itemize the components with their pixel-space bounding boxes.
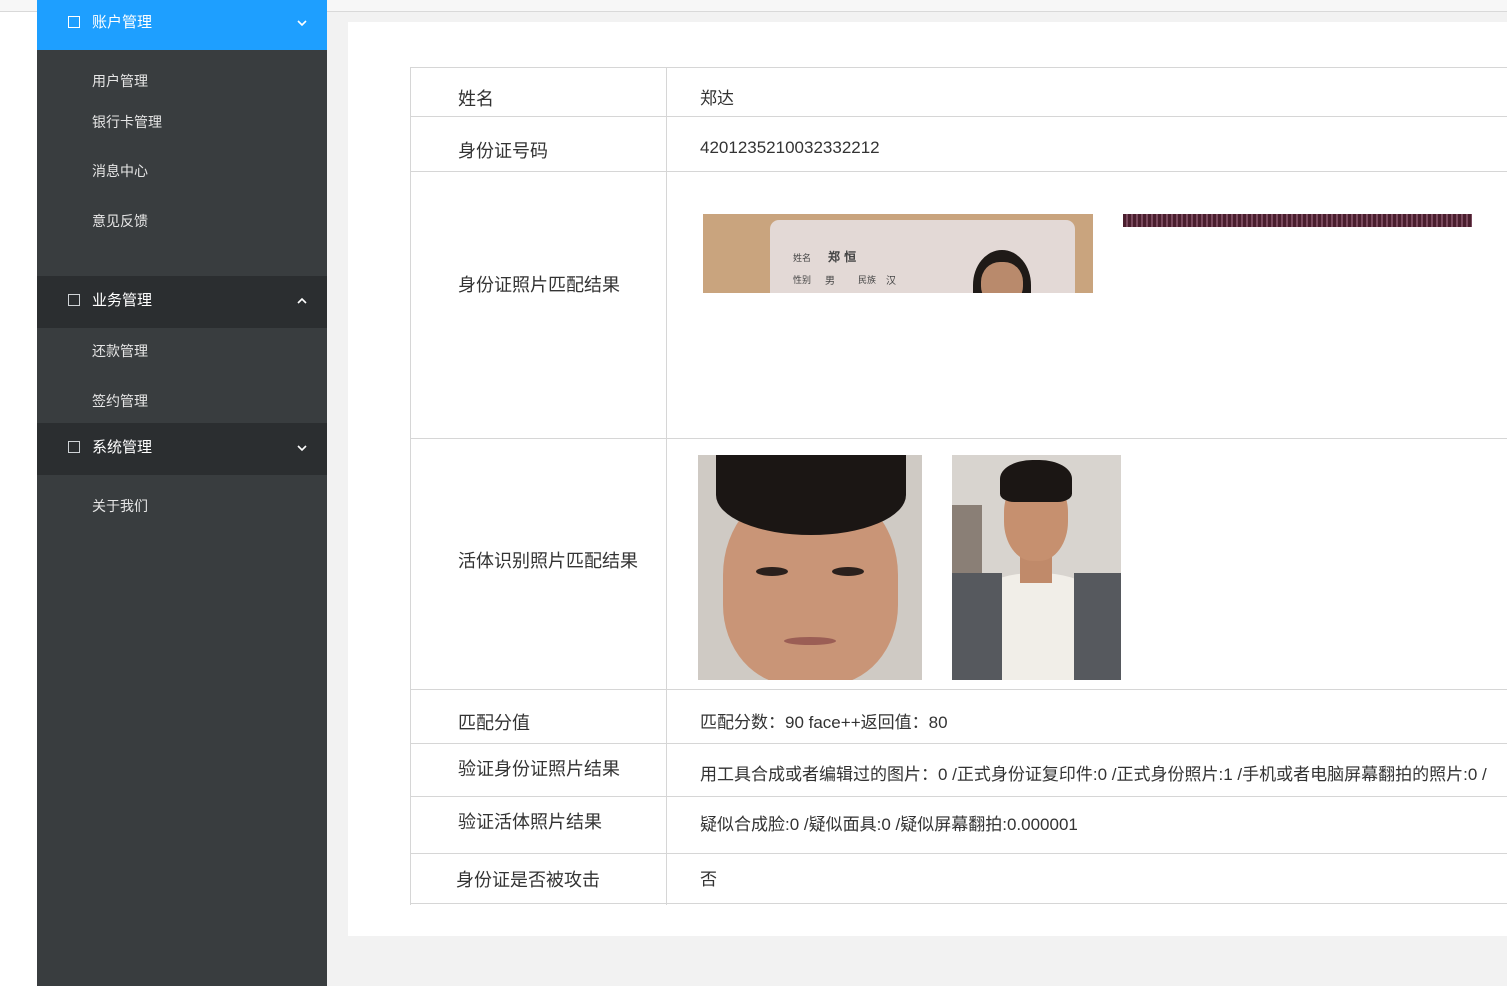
id-card-field-value: 郑 恒 [828,250,857,264]
row-value: 用工具合成或者编辑过的图片：0 /正式身份证复印件:0 /正式身份照片:1 /手… [700,765,1487,784]
sidebar-item-feedback[interactable]: 意见反馈 [92,211,148,231]
checkbox-icon [68,294,80,306]
liveness-face-photo[interactable] [698,455,922,680]
checkbox-icon [68,16,80,28]
row-label: 验证活体照片结果 [458,812,602,832]
nav-group-label: 系统管理 [92,439,153,456]
face-hair [716,455,906,535]
table-row-id-attacked: 身份证是否被攻击 否 [411,854,1507,904]
sidebar-item-bankcard-management[interactable]: 银行卡管理 [92,112,162,132]
row-label: 身份证照片匹配结果 [458,275,620,295]
id-card-field-value: 汉 [886,276,896,287]
row-value: 郑达 [700,89,734,108]
id-card-field-value: 男 [825,276,835,287]
sidebar-item-message-center[interactable]: 消息中心 [92,161,148,181]
face-mouth [784,637,836,645]
table-row-id-number: 身份证号码 4201235210032332212 [411,117,1507,172]
id-card-photo[interactable]: 姓名 郑 恒 性别 男 民族 汉 [703,214,1093,293]
row-value: 匹配分数：90 face++返回值：80 [700,713,948,732]
nav-group-label: 业务管理 [92,292,153,309]
row-value: 否 [700,870,717,889]
sidebar-item-repayment-management[interactable]: 还款管理 [92,341,148,361]
face-eye [756,567,788,576]
nav-group-system[interactable]: 系统管理 [37,423,327,475]
nav-group-account[interactable]: 账户管理 [37,0,327,50]
id-card-back-photo[interactable] [1123,214,1472,227]
id-card-field-key: 民族 [858,276,877,286]
liveness-full-photo[interactable] [952,455,1121,680]
sidebar-item-about-us[interactable]: 关于我们 [92,496,148,516]
table-row-id-photo-match: 身份证照片匹配结果 [411,172,1507,439]
id-card-field-key: 性别 [793,276,812,286]
row-label: 身份证号码 [458,141,548,161]
face-eye [832,567,864,576]
row-label: 姓名 [458,89,494,109]
photo-hair [1000,460,1072,502]
detail-table: 姓名 郑达 身份证号码 4201235210032332212 身份证照片匹配结… [410,67,1507,905]
nav-group-label: 账户管理 [92,14,153,31]
chevron-down-icon [297,20,307,27]
chevron-up-icon [297,297,307,304]
table-row-match-score: 匹配分值 匹配分数：90 face++返回值：80 [411,690,1507,744]
sidebar-item-user-management[interactable]: 用户管理 [92,71,148,91]
photo-sleeve [1074,573,1121,680]
row-label: 活体识别照片匹配结果 [458,551,638,571]
row-label: 身份证是否被攻击 [456,870,600,890]
row-value: 4201235210032332212 [700,138,880,157]
table-row-name: 姓名 郑达 [411,68,1507,117]
checkbox-icon [68,441,80,453]
table-row-verify-liveness: 验证活体照片结果 疑似合成脸:0 /疑似面具:0 /疑似屏幕翻拍:0.00000… [411,797,1507,854]
row-label: 匹配分值 [458,713,530,733]
table-row-verify-id-photo: 验证身份证照片结果 用工具合成或者编辑过的图片：0 /正式身份证复印件:0 /正… [411,744,1507,797]
id-card-portrait-face [981,262,1023,293]
chevron-down-icon [297,445,307,452]
row-value: 疑似合成脸:0 /疑似面具:0 /疑似屏幕翻拍:0.000001 [700,815,1078,834]
sidebar: 账户管理 用户管理 银行卡管理 消息中心 意见反馈 业务管理 还款管理 签约管理… [37,0,327,986]
nav-group-business[interactable]: 业务管理 [37,276,327,328]
id-card-field-key: 姓名 [793,254,812,264]
row-label: 验证身份证照片结果 [458,759,620,779]
photo-sleeve [952,573,1002,680]
sidebar-item-contract-management[interactable]: 签约管理 [92,391,148,411]
left-gutter [0,12,37,986]
